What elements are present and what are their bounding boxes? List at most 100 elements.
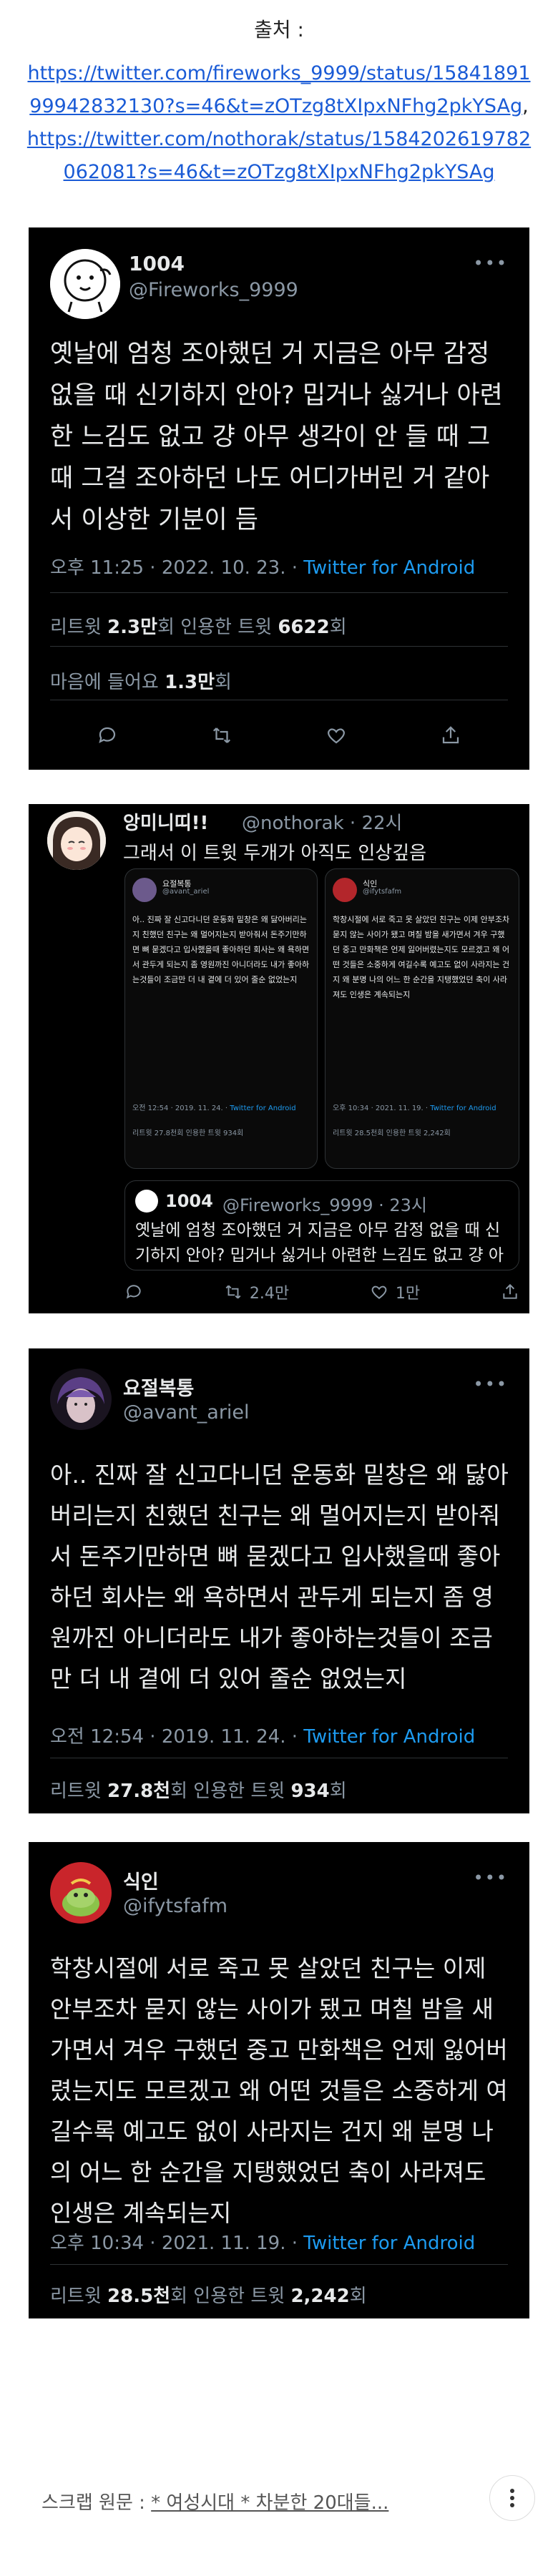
attached-screenshot-1[interactable]: 요절복통 @avant_ariel 아.. 진짜 잘 신고다니던 운동화 밑창은… xyxy=(124,868,318,1169)
heart-icon xyxy=(371,1285,387,1299)
retweet-count: 2.4만 xyxy=(249,1285,290,1303)
tweet-card-4: 식인 @ifytsfafm ••• 학창시절에 서로 죽고 못 살았던 친구는 … xyxy=(29,1842,529,2318)
like-button[interactable]: 1만 xyxy=(370,1280,420,1303)
likes-label: 마음에 들어요 xyxy=(50,672,165,693)
mini-handle: @avant_ariel xyxy=(162,888,210,896)
retweets-label: 리트윗 xyxy=(50,1781,108,1802)
mini-time: 오전 12:54 · 2019. 11. 24. · xyxy=(132,1105,230,1112)
client-link[interactable]: Twitter for Android xyxy=(303,2233,475,2254)
tweet-timestamp: 오전 12:54 · 2019. 11. 24. · Twitter for A… xyxy=(50,1722,475,1748)
tweet-text: 학창시절에 서로 죽고 못 살았던 친구는 이제 안부조차 묻지 않는 사이가 … xyxy=(50,1954,508,2227)
mini-avatar xyxy=(132,878,157,902)
tweet-text: 그래서 이 트윗 두개가 아직도 인상깊음 xyxy=(123,843,427,864)
heart-icon[interactable] xyxy=(326,725,347,746)
source-link-1[interactable]: https://twitter.com/fireworks_9999/statu… xyxy=(27,62,530,117)
share-icon[interactable] xyxy=(440,725,461,746)
kebab-menu-icon[interactable] xyxy=(489,2475,535,2521)
quote-count[interactable]: 934 xyxy=(290,1781,329,1802)
like-count: 1만 xyxy=(395,1285,421,1303)
quote-count[interactable]: 6622 xyxy=(278,617,329,638)
retweet-icon[interactable] xyxy=(211,725,232,746)
mini-timestamp: 오전 12:54 · 2019. 11. 24. · Twitter for A… xyxy=(132,1102,296,1112)
source-section: 출처 : https://twitter.com/fireworks_9999/… xyxy=(0,16,558,189)
quoted-avatar xyxy=(135,1190,158,1213)
client-link[interactable]: Twitter for Android xyxy=(303,1726,475,1748)
source-link-2[interactable]: https://twitter.com/nothorak/status/1584… xyxy=(27,128,531,183)
quoted-tweet[interactable]: 1004 @Fireworks_9999 · 23시 옛날에 엄청 조아했던 거… xyxy=(124,1180,519,1270)
mini-stats: 리트윗 28.5천회 인용한 트윗 2,242회 xyxy=(333,1130,451,1137)
mini-client: Twitter for Android xyxy=(230,1105,296,1112)
mini-tweet-text: 학창시절에 서로 죽고 못 살았던 친구는 이제 안부조차 묻지 않는 사이가 … xyxy=(333,915,510,999)
timestamp-text: 오후 11:25 · 2022. 10. 23. · xyxy=(50,557,304,579)
retweet-icon xyxy=(225,1285,241,1299)
divider xyxy=(50,2264,508,2265)
mini-avatar xyxy=(333,878,357,902)
quote-count[interactable]: 2,242 xyxy=(290,2286,349,2307)
tweet-timestamp: 오후 10:34 · 2021. 11. 19. · Twitter for A… xyxy=(50,2228,475,2255)
tweet-card-2: 앙미니띠!! @nothorak · 22시 그래서 이 트윗 두개가 아직도 … xyxy=(29,804,529,1313)
tweet-card-3: 요절복통 @avant_ariel ••• 아.. 진짜 잘 신고다니던 운동화… xyxy=(29,1348,529,1813)
display-name[interactable]: 앙미니띠!! xyxy=(123,808,208,835)
quotes-unit: 회 xyxy=(329,617,347,638)
user-handle[interactable]: @Fireworks_9999 xyxy=(129,279,298,301)
scrap-source: 스크랩 원문 : * 여성시대 * 차분한 20대들... xyxy=(41,2488,388,2514)
avatar[interactable] xyxy=(50,249,120,319)
reply-icon[interactable] xyxy=(97,725,118,746)
mini-stats: 리트윗 27.8천회 인용한 트윗 934회 xyxy=(132,1130,244,1137)
retweets-unit: 회 인용한 트윗 xyxy=(170,2286,291,2307)
retweet-stats: 리트윗 27.8천회 인용한 트윗 934회 xyxy=(50,1776,347,1803)
action-bar: 2.4만 1만 xyxy=(124,1278,519,1306)
retweet-stats: 리트윗 28.5천회 인용한 트윗 2,242회 xyxy=(50,2281,367,2308)
client-link[interactable]: Twitter for Android xyxy=(303,557,475,579)
avatar[interactable] xyxy=(50,1368,112,1430)
retweet-count[interactable]: 27.8천 xyxy=(107,1781,170,1802)
action-bar xyxy=(50,714,508,757)
tweet-text: 옛날에 엄청 조아했던 거 지금은 아무 감정 없을 때 신기하지 안아? 밉거… xyxy=(50,340,503,534)
attached-screenshot-2[interactable]: 식인 @ifytsfafm 학창시절에 서로 죽고 못 살았던 친구는 이제 안… xyxy=(325,868,519,1169)
retweets-unit: 회 인용한 트윗 xyxy=(157,617,278,638)
mini-time: 오후 10:34 · 2021. 11. 19. · xyxy=(333,1105,431,1112)
user-handle[interactable]: @avant_ariel xyxy=(123,1401,250,1424)
mini-timestamp: 오후 10:34 · 2021. 11. 19. · Twitter for A… xyxy=(333,1102,496,1112)
like-count[interactable]: 1.3만 xyxy=(165,672,215,693)
avatar[interactable] xyxy=(50,1862,112,1924)
source-links: https://twitter.com/fireworks_9999/statu… xyxy=(26,62,532,183)
retweets-label: 리트윗 xyxy=(50,2286,108,2307)
like-stats: 마음에 들어요 1.3만회 xyxy=(50,667,232,694)
display-name[interactable]: 요절복통 xyxy=(123,1373,194,1401)
display-name[interactable]: 1004 xyxy=(129,252,185,275)
scrap-label: 스크랩 원문 : xyxy=(41,2492,152,2514)
retweet-count[interactable]: 28.5천 xyxy=(107,2286,170,2307)
avatar[interactable] xyxy=(47,811,106,870)
divider xyxy=(50,592,508,593)
tweet-text: 아.. 진짜 잘 신고다니던 운동화 밑창은 왜 닳아버리는지 친했던 친구는 … xyxy=(50,1461,509,1693)
timestamp-text: 오후 10:34 · 2021. 11. 19. · xyxy=(50,2233,304,2254)
mini-client: Twitter for Android xyxy=(430,1105,496,1112)
display-name[interactable]: 식인 xyxy=(123,1866,159,1894)
user-handle[interactable]: @nothorak · 22시 xyxy=(242,808,402,835)
share-icon[interactable] xyxy=(501,1283,519,1301)
quotes-unit: 회 xyxy=(349,2286,367,2307)
quoted-display-name: 1004 xyxy=(165,1191,213,1211)
reply-icon[interactable] xyxy=(124,1283,143,1301)
retweets-unit: 회 인용한 트윗 xyxy=(170,1781,291,1802)
tweet-card-1: 1004 @Fireworks_9999 ••• 옛날에 엄청 조아했던 거 지… xyxy=(29,227,529,770)
retweets-label: 리트윗 xyxy=(50,617,108,638)
quoted-text: 옛날에 엄청 조아했던 거 지금은 아무 감정 없을 때 신기하지 안아? 밉거… xyxy=(135,1221,504,1265)
tweet-timestamp: 오후 11:25 · 2022. 10. 23. · Twitter for A… xyxy=(50,553,475,579)
scrap-link[interactable]: * 여성시대 * 차분한 20대들... xyxy=(151,2492,388,2514)
source-label: 출처 : xyxy=(254,18,304,41)
timestamp-text: 오전 12:54 · 2019. 11. 24. · xyxy=(50,1726,304,1748)
mini-handle: @ifytsfafm xyxy=(363,888,402,896)
more-options-icon[interactable]: ••• xyxy=(474,1374,508,1394)
user-handle[interactable]: @ifytsfafm xyxy=(123,1895,227,1917)
quoted-handle: @Fireworks_9999 · 23시 xyxy=(222,1195,427,1215)
quotes-unit: 회 xyxy=(329,1781,347,1802)
more-options-icon[interactable]: ••• xyxy=(474,1868,508,1888)
retweet-stats: 리트윗 2.3만회 인용한 트윗 6622회 xyxy=(50,612,347,639)
likes-unit: 회 xyxy=(215,672,232,693)
retweet-button[interactable]: 2.4만 xyxy=(224,1280,289,1303)
retweet-count[interactable]: 2.3만 xyxy=(107,617,157,638)
divider xyxy=(50,646,508,647)
more-options-icon[interactable]: ••• xyxy=(474,253,508,273)
